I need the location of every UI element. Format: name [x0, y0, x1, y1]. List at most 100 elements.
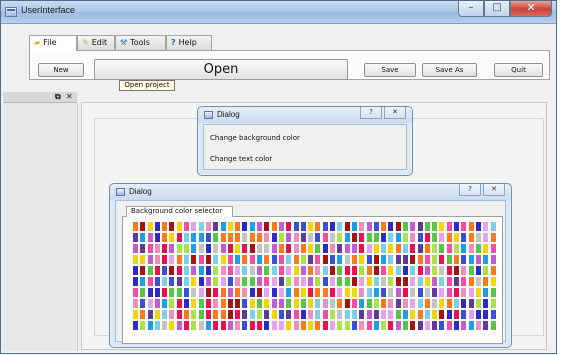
color-swatch[interactable]: [330, 321, 336, 330]
color-swatch[interactable]: [184, 244, 190, 253]
color-swatch[interactable]: [410, 233, 416, 242]
color-swatch[interactable]: [286, 310, 292, 319]
color-swatch[interactable]: [461, 299, 467, 308]
color-swatch[interactable]: [154, 277, 160, 286]
color-swatch[interactable]: [227, 277, 233, 286]
color-swatch[interactable]: [257, 310, 263, 319]
color-swatch[interactable]: [213, 244, 219, 253]
color-swatch[interactable]: [235, 288, 241, 297]
color-swatch[interactable]: [235, 255, 241, 264]
color-swatch[interactable]: [366, 244, 372, 253]
color-swatch[interactable]: [432, 233, 438, 242]
color-swatch[interactable]: [461, 310, 467, 319]
color-swatch[interactable]: [381, 255, 387, 264]
color-swatch[interactable]: [286, 321, 292, 330]
color-swatch[interactable]: [249, 233, 255, 242]
color-swatch[interactable]: [446, 222, 452, 231]
color-swatch[interactable]: [315, 266, 321, 275]
color-swatch[interactable]: [337, 233, 343, 242]
color-swatch[interactable]: [373, 233, 379, 242]
color-swatch[interactable]: [140, 299, 146, 308]
color-swatch[interactable]: [300, 321, 306, 330]
color-swatch[interactable]: [439, 310, 445, 319]
color-swatch[interactable]: [395, 222, 401, 231]
color-swatch[interactable]: [242, 288, 248, 297]
color-swatch[interactable]: [424, 244, 430, 253]
color-swatch[interactable]: [344, 233, 350, 242]
color-swatch[interactable]: [227, 266, 233, 275]
color-swatch[interactable]: [439, 255, 445, 264]
color-swatch[interactable]: [322, 277, 328, 286]
color-swatch[interactable]: [490, 288, 496, 297]
color-swatch[interactable]: [264, 244, 270, 253]
color-swatch[interactable]: [424, 222, 430, 231]
color-swatch[interactable]: [359, 310, 365, 319]
color-swatch[interactable]: [154, 244, 160, 253]
color-swatch[interactable]: [176, 222, 182, 231]
color-swatch[interactable]: [381, 266, 387, 275]
color-swatch[interactable]: [468, 255, 474, 264]
color-swatch[interactable]: [490, 255, 496, 264]
color-swatch[interactable]: [402, 288, 408, 297]
color-swatch[interactable]: [410, 266, 416, 275]
title-bar[interactable]: UserInterface – □ ✕: [1, 1, 556, 24]
color-swatch[interactable]: [322, 321, 328, 330]
color-swatch[interactable]: [490, 266, 496, 275]
color-swatch[interactable]: [410, 222, 416, 231]
color-swatch[interactable]: [366, 310, 372, 319]
color-swatch[interactable]: [315, 222, 321, 231]
color-swatch[interactable]: [176, 299, 182, 308]
color-swatch[interactable]: [432, 244, 438, 253]
color-swatch[interactable]: [359, 244, 365, 253]
color-swatch[interactable]: [344, 277, 350, 286]
color-swatch[interactable]: [169, 277, 175, 286]
color-swatch[interactable]: [227, 255, 233, 264]
color-swatch[interactable]: [169, 310, 175, 319]
color-swatch[interactable]: [344, 244, 350, 253]
color-swatch[interactable]: [264, 277, 270, 286]
color-swatch[interactable]: [286, 266, 292, 275]
color-swatch[interactable]: [220, 255, 226, 264]
color-swatch[interactable]: [373, 255, 379, 264]
color-swatch[interactable]: [220, 288, 226, 297]
color-swatch[interactable]: [220, 244, 226, 253]
color-swatch[interactable]: [293, 277, 299, 286]
color-swatch[interactable]: [162, 233, 168, 242]
color-swatch[interactable]: [373, 244, 379, 253]
color-swatch[interactable]: [133, 222, 138, 231]
color-swatch[interactable]: [198, 299, 204, 308]
color-swatch[interactable]: [322, 288, 328, 297]
color-swatch[interactable]: [162, 310, 168, 319]
color-swatch[interactable]: [220, 233, 226, 242]
color-swatch[interactable]: [213, 310, 219, 319]
color-swatch[interactable]: [235, 266, 241, 275]
color-swatch[interactable]: [249, 310, 255, 319]
color-swatch[interactable]: [213, 233, 219, 242]
color-swatch[interactable]: [300, 266, 306, 275]
color-swatch[interactable]: [424, 233, 430, 242]
color-swatch[interactable]: [271, 277, 277, 286]
color-swatch[interactable]: [213, 277, 219, 286]
color-swatch[interactable]: [454, 288, 460, 297]
color-swatch[interactable]: [454, 277, 460, 286]
color-swatch[interactable]: [205, 222, 211, 231]
color-swatch[interactable]: [205, 277, 211, 286]
color-swatch[interactable]: [257, 277, 263, 286]
color-swatch[interactable]: [133, 244, 138, 253]
color-swatch[interactable]: [410, 255, 416, 264]
color-swatch[interactable]: [147, 266, 153, 275]
color-swatch[interactable]: [191, 288, 197, 297]
color-swatch[interactable]: [315, 299, 321, 308]
color-swatch[interactable]: [454, 310, 460, 319]
change-background-color-item[interactable]: Change background color: [210, 134, 300, 142]
new-button[interactable]: New: [38, 63, 84, 77]
color-swatch[interactable]: [169, 288, 175, 297]
open-button[interactable]: Open: [94, 59, 348, 80]
color-swatch[interactable]: [191, 222, 197, 231]
color-swatch[interactable]: [300, 233, 306, 242]
color-swatch[interactable]: [454, 321, 460, 330]
color-swatch[interactable]: [242, 222, 248, 231]
color-swatch[interactable]: [147, 321, 153, 330]
color-swatch[interactable]: [461, 288, 467, 297]
color-swatch[interactable]: [330, 255, 336, 264]
